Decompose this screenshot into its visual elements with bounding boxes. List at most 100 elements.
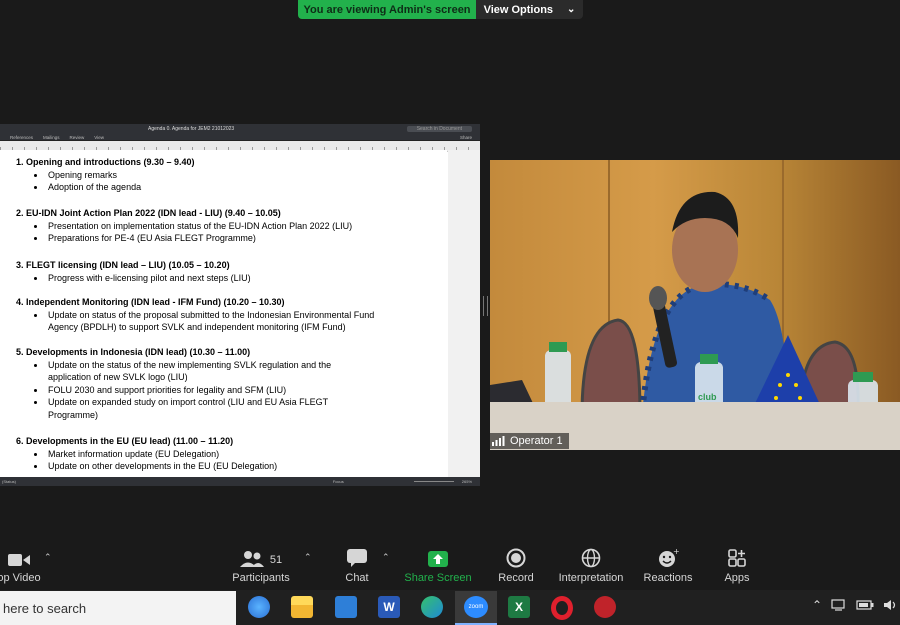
flag-star xyxy=(774,396,778,400)
participants-count: 51 xyxy=(269,554,283,566)
chevron-up-icon[interactable]: ⌃ xyxy=(812,598,822,612)
toolbar-label: Record xyxy=(498,572,534,584)
microphone-head xyxy=(649,286,667,310)
focus-button[interactable]: Focus xyxy=(333,479,344,484)
interpretation-button[interactable]: Interpretation xyxy=(555,540,627,590)
agenda-heading: 3. FLEGT licensing (IDN lead – LIU) (10.… xyxy=(16,260,230,270)
zoom-slider[interactable] xyxy=(413,481,454,482)
agenda-bullet: Update on other developments in the EU (… xyxy=(46,460,277,473)
bottle-cap xyxy=(853,372,873,382)
document-title: Agenda 0. Agenda for JEM2 21012023 xyxy=(148,126,235,132)
agenda-item: 2. EU-IDN Joint Action Plan 2022 (IDN le… xyxy=(16,207,352,245)
agenda-bullet: FOLU 2030 and support priorities for leg… xyxy=(46,384,356,397)
ribbon-tab[interactable]: Review xyxy=(70,135,85,140)
agenda-bullet: Adoption of the agenda xyxy=(46,181,195,194)
excel-icon[interactable]: X xyxy=(508,596,530,618)
agenda-bullet: Update on the status of the new implemen… xyxy=(46,359,356,384)
file-explorer-icon[interactable] xyxy=(291,596,313,618)
participants-icon xyxy=(239,551,264,567)
reactions-icon: + xyxy=(659,548,679,567)
agenda-item: 3. FLEGT licensing (IDN lead – LIU) (10.… xyxy=(16,259,251,284)
volume-icon[interactable] xyxy=(883,598,897,612)
apps-icon xyxy=(728,549,746,567)
edge-browser-icon[interactable] xyxy=(421,596,443,618)
agenda-heading: 4. Independent Monitoring (IDN lead - IF… xyxy=(16,297,285,307)
agenda-item: 5. Developments in Indonesia (IDN lead) … xyxy=(16,346,356,421)
ribbon-tab[interactable]: View xyxy=(94,135,104,140)
participant-name: Operator 1 xyxy=(510,435,563,447)
view-options-banner: You are viewing Admin's screen View Opti… xyxy=(298,0,583,19)
ribbon-tab[interactable]: Mailings xyxy=(43,135,60,140)
document-ribbon: References Mailings Review View Share xyxy=(0,134,480,141)
search-placeholder: here to search xyxy=(3,600,87,616)
agenda-heading: 5. Developments in Indonesia (IDN lead) … xyxy=(16,347,251,357)
view-options-button[interactable]: View Options ⌄ xyxy=(476,0,583,19)
agenda-bullet: Preparations for PE-4 (EU Asia FLEGT Pro… xyxy=(46,232,352,245)
share-screen-icon xyxy=(428,551,448,567)
agenda-item: 4. Independent Monitoring (IDN lead - IF… xyxy=(16,296,376,334)
zoom-taskbar-item[interactable]: zoom xyxy=(455,591,497,625)
toolbar-label: Reactions xyxy=(643,572,693,584)
agenda-bullet: Presentation on implementation status of… xyxy=(46,220,352,233)
zoom-app-icon: zoom xyxy=(464,596,488,618)
opera-browser-icon[interactable] xyxy=(551,596,573,620)
participant-name-label: Operator 1 xyxy=(490,433,569,449)
toolbar-label: op Video xyxy=(0,572,41,584)
toolbar-label: Chat xyxy=(345,572,369,584)
stop-video-button[interactable]: op Video xyxy=(0,540,42,590)
flag-star xyxy=(798,396,802,400)
record-icon xyxy=(506,548,526,568)
bottle-cap xyxy=(700,354,718,364)
flag-star xyxy=(778,383,782,387)
participants-button[interactable]: 51 Participants xyxy=(230,540,292,590)
participants-options-caret[interactable]: ⌃ xyxy=(304,552,312,563)
agenda-heading: 2. EU-IDN Joint Action Plan 2022 (IDN le… xyxy=(16,208,281,218)
zoom-app-label: zoom xyxy=(468,604,484,610)
svg-text:+: + xyxy=(673,548,679,556)
word-icon[interactable]: W xyxy=(378,596,400,618)
agenda-item: 1. Opening and introductions (9.30 – 9.4… xyxy=(16,156,195,194)
document-status-bar: (Status) Focus 265% xyxy=(0,477,480,486)
document-titlebar: Agenda 0. Agenda for JEM2 21012023 Searc… xyxy=(0,124,480,134)
taskbar-search-input[interactable]: here to search xyxy=(0,591,236,625)
toolbar-label: Participants xyxy=(232,572,290,584)
battery-icon[interactable] xyxy=(856,599,874,611)
chat-options-caret[interactable]: ⌃ xyxy=(382,552,390,563)
record-button[interactable]: Record xyxy=(494,540,538,590)
video-options-caret[interactable]: ⌃ xyxy=(44,552,52,563)
toolbar-label: Share Screen xyxy=(404,572,472,584)
chevron-down-icon: ⌄ xyxy=(567,4,576,15)
apps-button[interactable]: Apps xyxy=(721,540,753,590)
video-camera-icon xyxy=(8,554,30,566)
system-tray: ⌃ xyxy=(812,598,897,612)
document-scrollbar[interactable] xyxy=(448,150,480,477)
reactions-button[interactable]: + Reactions xyxy=(642,540,694,590)
viewing-screen-message: You are viewing Admin's screen xyxy=(298,0,476,19)
chat-button[interactable]: Chat xyxy=(337,540,377,590)
bottle-label: club xyxy=(698,392,717,402)
status-left: (Status) xyxy=(2,479,17,484)
participant-video[interactable]: club xyxy=(490,160,900,450)
ribbon-tab[interactable]: References xyxy=(10,135,33,140)
document-search-input[interactable]: Search in Document xyxy=(406,126,472,132)
chat-icon xyxy=(347,549,367,567)
mail-icon[interactable] xyxy=(335,596,357,618)
copilot-app-icon[interactable] xyxy=(248,596,270,618)
signal-strength-icon xyxy=(492,436,505,446)
flag-star xyxy=(794,383,798,387)
share-button[interactable]: Share xyxy=(460,135,472,140)
agenda-bullet: Progress with e-licensing pilot and next… xyxy=(46,272,251,285)
shared-document-window: Agenda 0. Agenda for JEM2 21012023 Searc… xyxy=(0,124,480,486)
share-screen-button[interactable]: Share Screen xyxy=(402,540,474,590)
agenda-bullet: Update on status of the proposal submitt… xyxy=(46,309,376,334)
split-divider-handle[interactable] xyxy=(483,296,488,316)
app-icon[interactable] xyxy=(594,596,616,618)
zoom-percent: 265% xyxy=(461,479,472,484)
toolbar-label: Interpretation xyxy=(558,572,624,584)
network-icon[interactable] xyxy=(831,598,847,612)
agenda-bullet: Opening remarks xyxy=(46,169,195,182)
chair-shape xyxy=(580,318,642,417)
agenda-item: 6. Developments in the EU (EU lead) (11.… xyxy=(16,435,277,473)
meeting-toolbar: op Video ⌃ 51 Participants ⌃ Chat ⌃ Shar… xyxy=(0,540,900,590)
globe-icon xyxy=(581,548,601,568)
